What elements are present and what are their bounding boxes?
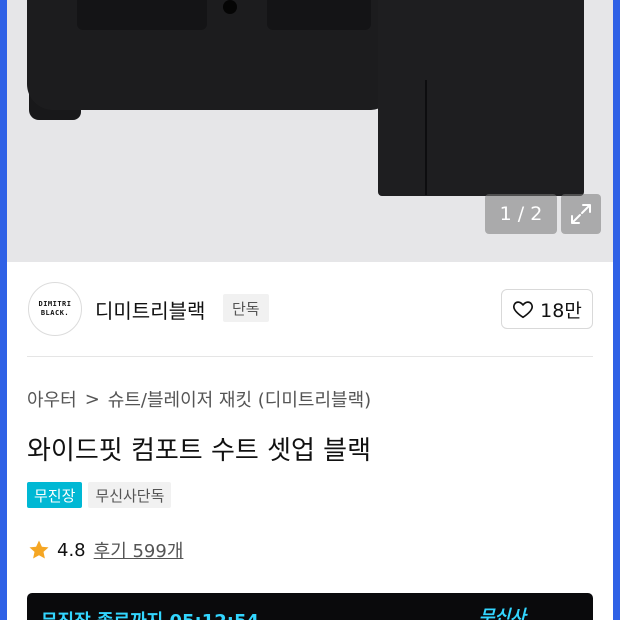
promo-banner[interactable]: 무진장 종료까지 05:12:54 무신사 bbox=[27, 593, 593, 620]
breadcrumb-category[interactable]: 아우터 bbox=[27, 386, 77, 412]
breadcrumb: 아우터 > 슈트/블레이저 재킷 (디미트리블랙) bbox=[27, 386, 371, 412]
divider bbox=[27, 356, 593, 357]
heart-icon bbox=[513, 301, 534, 319]
left-border bbox=[0, 0, 7, 620]
product-tags: 무진장 무신사단독 bbox=[27, 482, 172, 508]
review-link[interactable]: 후기 599개 bbox=[94, 537, 184, 563]
expand-button[interactable] bbox=[561, 194, 601, 234]
promo-countdown: 무진장 종료까지 05:12:54 bbox=[41, 607, 259, 620]
image-counter: 1 / 2 bbox=[485, 194, 557, 234]
product-page: 1 / 2 DIMITRI BLACK. 디미트리블랙 단독 18만 아우터 >… bbox=[0, 0, 620, 620]
breadcrumb-separator: > bbox=[84, 388, 100, 410]
rating-row: 4.8 후기 599개 bbox=[27, 537, 183, 563]
brand-exclusive-badge: 단독 bbox=[223, 294, 269, 322]
pants-slit bbox=[425, 80, 427, 195]
promo-logo: 무신사 bbox=[479, 607, 526, 620]
brand-logo[interactable]: DIMITRI BLACK. bbox=[28, 282, 82, 336]
tag-free-shipping: 무진장 bbox=[27, 482, 83, 508]
breadcrumb-subcategory[interactable]: 슈트/블레이저 재킷 (디미트리블랙) bbox=[108, 386, 371, 412]
jacket-button bbox=[223, 0, 237, 14]
like-button[interactable]: 18만 bbox=[501, 289, 593, 329]
product-image-gallery[interactable]: 1 / 2 bbox=[7, 0, 613, 262]
like-count: 18만 bbox=[540, 299, 582, 322]
product-title: 와이드핏 컴포트 수트 셋업 블랙 bbox=[27, 436, 372, 466]
pants-image bbox=[378, 0, 584, 196]
brand-logo-line2: BLACK. bbox=[40, 309, 70, 317]
rating-score: 4.8 bbox=[57, 539, 86, 561]
brand-logo-line1: DIMITRI bbox=[38, 300, 72, 308]
brand-row: DIMITRI BLACK. 디미트리블랙 단독 18만 bbox=[7, 262, 613, 358]
tag-exclusive: 무신사단독 bbox=[88, 482, 172, 508]
jacket-pocket-left bbox=[77, 0, 207, 30]
expand-icon bbox=[571, 204, 591, 224]
brand-name[interactable]: 디미트리블랙 bbox=[95, 295, 205, 324]
jacket-pocket-right bbox=[267, 0, 371, 30]
right-border bbox=[613, 0, 620, 620]
star-icon bbox=[29, 540, 49, 559]
